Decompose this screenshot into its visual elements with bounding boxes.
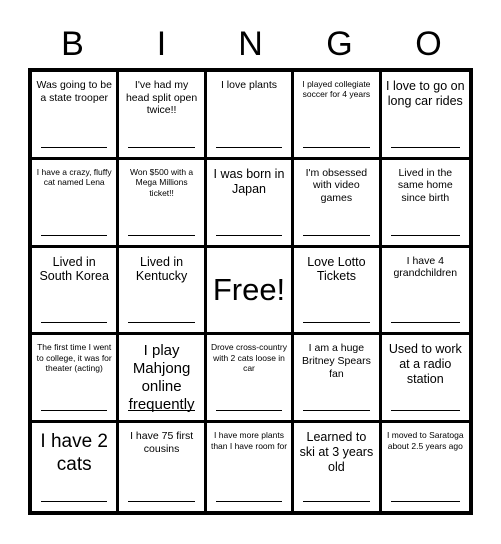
bingo-cell-text: Lived in South Korea [39,254,109,284]
bingo-cell-write-line[interactable] [390,322,460,324]
bingo-cell[interactable]: I have 2 cats [32,423,120,511]
bingo-cell-text: I am a huge Britney Spears fan [301,342,371,380]
bingo-cell[interactable]: I play Mahjong online frequently [119,335,207,424]
bingo-cell-write-line[interactable] [215,234,283,236]
bingo-card: B I N G O Was going to be a state trooper I'v… [0,0,501,544]
bingo-cell-write-line[interactable] [390,234,460,236]
bingo-cell-text: I'm obsessed with video games [305,166,368,204]
bingo-cell[interactable]: I moved to Saratoga about 2.5 years ago [381,423,469,511]
bingo-cell[interactable]: The first time I went to college, it was… [32,335,120,424]
bingo-cell-text: I love to go on long car rides [386,79,465,108]
bingo-cell-text: Won $500 with a Mega Millions ticket!! [130,166,194,198]
bingo-cell-write-line[interactable] [303,322,370,324]
bingo-cell-write-line[interactable] [128,146,195,148]
bingo-cell-text: I played collegiate soccer for 4 years [302,79,371,100]
bingo-cell[interactable]: Love Lotto Tickets [294,247,382,336]
bingo-cell-text: Used to work at a radio station [388,342,462,386]
bingo-cell-write-line[interactable] [41,234,108,236]
bingo-cell[interactable]: I was born in Japan [206,159,295,248]
bingo-cell-text: Love Lotto Tickets [307,254,366,284]
bingo-cell[interactable]: Used to work at a radio station [381,335,469,424]
bingo-cell-text: I have 2 cats [40,431,108,476]
bingo-cell-text: Drove cross-country with 2 cats loose in… [210,342,288,374]
bingo-cell[interactable]: I have 4 grandchildren [381,247,469,336]
bingo-cell-write-line[interactable] [390,146,460,148]
bingo-cell-text: I have 4 grandchildren [393,254,458,280]
bingo-cell[interactable]: I have a crazy, fluffy cat named Lena [32,159,120,248]
bingo-cell[interactable]: I'm obsessed with video games [294,159,382,248]
bingo-cell[interactable]: I have more plants than I have room for [206,423,295,511]
bingo-cell-text: Free! [212,271,286,307]
bingo-cell-text: Lived in the same home since birth [397,166,453,204]
bingo-cell-write-line[interactable] [41,322,108,324]
bingo-cell-write-line[interactable] [303,146,370,148]
bingo-cell[interactable]: Lived in Kentucky [119,247,207,336]
bingo-cell[interactable]: I am a huge Britney Spears fan [294,335,382,424]
bingo-cell-write-line[interactable] [41,146,108,148]
bingo-cell-write-line[interactable] [303,234,370,236]
bingo-grid: Was going to be a state trooper I've had … [28,68,473,515]
bingo-cell-text: I've had my head split open twice!! [125,79,198,117]
bingo-cell-text: I play Mahjong online frequently [128,342,195,414]
bingo-cell-write-line[interactable] [303,410,370,412]
bingo-cell[interactable]: I have 75 first cousins [119,423,207,511]
bingo-cell-write-line[interactable] [390,501,460,502]
bingo-cell-free[interactable]: Free! [206,247,295,336]
bingo-cell-text: Was going to be a state trooper [36,79,112,104]
bingo-header-letter-g: G [326,25,353,63]
bingo-cell-text: I love plants [220,79,278,91]
bingo-header: BINGO [28,22,473,66]
bingo-cell-text: I moved to Saratoga about 2.5 years ago [387,430,464,451]
bingo-cell-write-line[interactable] [128,501,195,502]
bingo-cell-text: Lived in Kentucky [135,254,188,284]
bingo-cell-write-line[interactable] [128,322,195,324]
bingo-cell-write-line[interactable] [128,234,195,236]
bingo-cell-write-line[interactable] [215,410,283,412]
bingo-header-letter-n: N [238,25,263,63]
bingo-cell[interactable]: I played collegiate soccer for 4 years [294,72,382,160]
bingo-cell[interactable]: Was going to be a state trooper [32,72,120,160]
bingo-cell-text: I have a crazy, fluffy cat named Lena [36,166,112,188]
bingo-cell-write-line[interactable] [41,501,108,502]
bingo-cell-write-line[interactable] [303,501,370,502]
bingo-header-letter-i: I [156,25,167,63]
bingo-cell-text: Learned to ski at 3 years old [299,430,374,474]
bingo-header-letter-b: B [61,25,84,63]
bingo-cell[interactable]: Won $500 with a Mega Millions ticket!! [119,159,207,248]
bingo-cell-write-line[interactable] [390,410,460,412]
bingo-cell-text: I was born in Japan [213,166,285,196]
bingo-cell[interactable]: Lived in South Korea [32,247,120,336]
bingo-cell[interactable]: I love plants [206,72,295,160]
bingo-cell[interactable]: Lived in the same home since birth [381,159,469,248]
bingo-cell-text: The first time I went to college, it was… [36,342,112,374]
bingo-cell-write-line[interactable] [41,410,108,412]
bingo-cell[interactable]: Drove cross-country with 2 cats loose in… [206,335,295,424]
bingo-cell-text: I have 75 first cousins [130,430,194,455]
bingo-cell[interactable]: Learned to ski at 3 years old [294,423,382,511]
bingo-cell-write-line[interactable] [215,146,283,148]
bingo-header-letter-o: O [415,25,442,63]
bingo-cell-write-line[interactable] [215,501,283,502]
bingo-cell-write-line[interactable] [128,410,195,412]
bingo-cell-text: I have more plants than I have room for [210,430,288,451]
bingo-cell[interactable]: I've had my head split open twice!! [119,72,207,160]
bingo-cell[interactable]: I love to go on long car rides [381,72,469,160]
